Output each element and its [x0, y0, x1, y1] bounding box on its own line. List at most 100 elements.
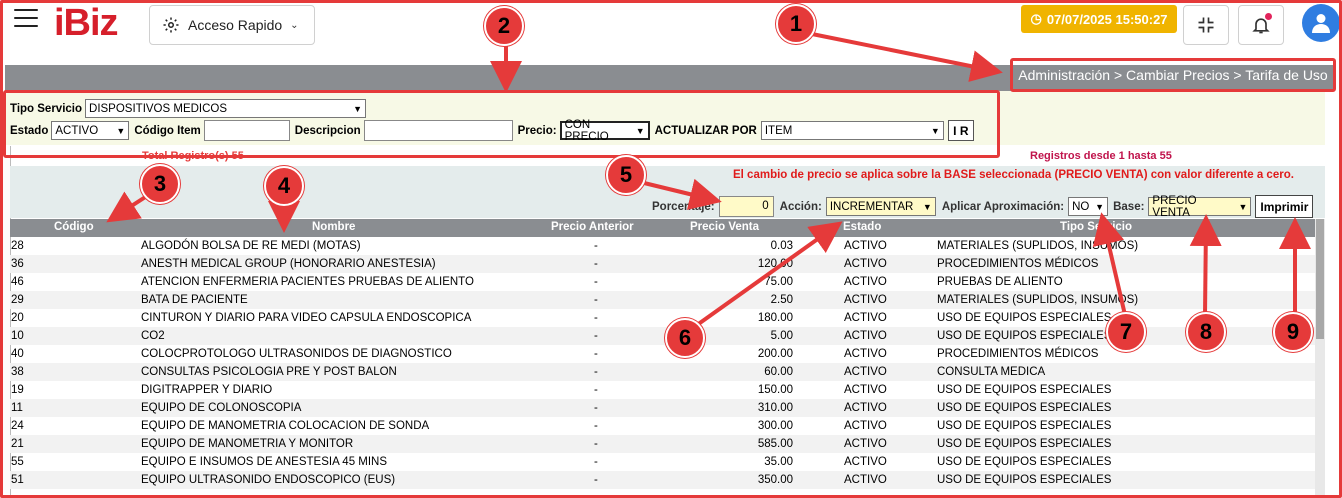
- base-value: PRECIO VENTA: [1152, 194, 1197, 219]
- porcentaje-input[interactable]: 0: [718, 196, 774, 217]
- cell-tipo-servicio: CONSULTA MEDICA: [937, 366, 1046, 378]
- cell-codigo: 11: [11, 402, 23, 414]
- table-row[interactable]: 46 ATENCION ENFERMERIA PACIENTES PRUEBAS …: [10, 273, 1315, 291]
- table-row[interactable]: 11 EQUIPO DE COLONOSCOPIA - 310.00 ACTIVO USO…: [10, 399, 1315, 417]
- codigo-input[interactable]: [203, 120, 290, 141]
- chevron-down-icon: ▼: [922, 201, 932, 212]
- column-header-codigo[interactable]: Código: [54, 221, 94, 233]
- filter-row-2: Estado ACTIVO ▼ Código Item Descripcion P…: [10, 119, 974, 143]
- table-row[interactable]: 29 BATA DE PACIENTE - 2.50 ACTIVO MATERIALES …: [10, 291, 1315, 309]
- notification-dot: [1265, 13, 1272, 20]
- cell-precio-anterior: -: [594, 276, 598, 288]
- compress-button[interactable]: [1183, 5, 1229, 45]
- cell-nombre: EQUIPO E INSUMOS DE ANESTESIA 45 MINS: [141, 456, 388, 468]
- cell-nombre: EQUIPO ULTRASONIDO ENDOSCOPICO (EUS): [141, 474, 396, 486]
- accion-label: Acción:: [779, 200, 822, 213]
- actualizar-value: ITEM: [764, 124, 793, 137]
- cell-nombre: CINTURON Y DIARIO PARA VIDEO CAPSULA END…: [141, 312, 472, 324]
- table-row[interactable]: 28 ALGODÓN BOLSA DE RE MEDI (MOTAS) - 0.03 A…: [10, 237, 1315, 255]
- column-header-tipo-servicio[interactable]: Tipo Servicio: [1060, 221, 1132, 233]
- table-row[interactable]: 24 EQUIPO DE MANOMETRIA COLOCACION DE SON…: [10, 417, 1315, 435]
- cell-estado: ACTIVO: [844, 420, 887, 432]
- estado-select[interactable]: ACTIVO ▼: [51, 121, 130, 140]
- compress-icon: [1198, 17, 1214, 33]
- cell-precio-anterior: -: [594, 348, 598, 360]
- cell-codigo: 24: [11, 420, 24, 432]
- total-records: Total Registro(s) 55: [142, 150, 244, 162]
- accion-select[interactable]: INCREMENTAR ▼: [825, 197, 936, 216]
- top-bar: iBiz Acceso Rapido ⌄ ◷ 07/07/2025 15:50:…: [0, 0, 1342, 56]
- price-change-notice: El cambio de precio se aplica sobre la B…: [733, 169, 1294, 181]
- breadcrumb: Administración > Cambiar Precios > Tarif…: [1010, 58, 1336, 92]
- cell-codigo: 19: [11, 384, 24, 396]
- cell-estado: ACTIVO: [844, 294, 887, 306]
- cell-tipo-servicio: PROCEDIMIENTOS MÉDICOS: [937, 348, 1099, 360]
- notifications-button[interactable]: [1238, 5, 1284, 45]
- table-row[interactable]: 38 CONSULTAS PSICOLOGIA PRE Y POST BALON -…: [10, 363, 1315, 381]
- cell-tipo-servicio: PROCEDIMIENTOS MÉDICOS: [937, 258, 1099, 270]
- cell-precio-anterior: -: [594, 384, 598, 396]
- cell-precio-venta: 150.00: [757, 384, 793, 396]
- tipo-servicio-label: Tipo Servicio: [10, 102, 83, 115]
- chevron-down-icon: ▼: [1238, 201, 1248, 212]
- scrollbar-thumb[interactable]: [1316, 219, 1324, 339]
- cell-precio-venta: 180.00: [757, 312, 793, 324]
- cell-nombre: EQUIPO DE MANOMETRIA Y MONITOR: [141, 438, 354, 450]
- cell-precio-anterior: -: [594, 330, 598, 342]
- table-row[interactable]: 21 EQUIPO DE MANOMETRIA Y MONITOR - 585.00 A…: [10, 435, 1315, 453]
- chevron-down-icon: ▼: [1095, 201, 1105, 212]
- base-label: Base:: [1113, 200, 1145, 213]
- cell-tipo-servicio: USO DE EQUIPOS ESPECIALES: [937, 456, 1112, 468]
- cell-precio-venta: 35.00: [764, 456, 793, 468]
- table-row[interactable]: 36 ANESTH MEDICAL GROUP (HONORARIO ANESTE…: [10, 255, 1315, 273]
- cell-tipo-servicio: USO DE EQUIPOS ESPECIALES: [937, 402, 1112, 414]
- chevron-down-icon: ▼: [353, 103, 363, 114]
- cell-codigo: 29: [11, 294, 24, 306]
- quick-access-button[interactable]: Acceso Rapido ⌄: [149, 5, 315, 45]
- cell-nombre: ALGODÓN BOLSA DE RE MEDI (MOTAS): [141, 240, 361, 252]
- chevron-down-icon: ⌄: [290, 19, 299, 31]
- cell-estado: ACTIVO: [844, 276, 887, 288]
- column-header-precio-anterior[interactable]: Precio Anterior: [551, 221, 634, 233]
- annotation-badge-5: 5: [606, 155, 646, 195]
- column-header-precio-venta[interactable]: Precio Venta: [690, 221, 759, 233]
- cell-tipo-servicio: USO DE EQUIPOS ESPECIALES: [937, 474, 1112, 486]
- cell-codigo: 21: [11, 438, 24, 450]
- cell-codigo: 51: [11, 474, 24, 486]
- precio-select[interactable]: CON PRECIO ▼: [559, 119, 650, 143]
- go-button[interactable]: I R: [947, 120, 974, 141]
- table-row[interactable]: 19 DIGITRAPPER Y DIARIO - 150.00 ACTIVO USO D…: [10, 381, 1315, 399]
- cell-estado: ACTIVO: [844, 348, 887, 360]
- user-avatar[interactable]: [1302, 4, 1340, 42]
- cell-codigo: 28: [11, 240, 24, 252]
- cell-precio-venta: 300.00: [757, 420, 793, 432]
- cell-codigo: 46: [11, 276, 24, 288]
- aproximacion-select[interactable]: NO ▼: [1068, 197, 1109, 216]
- actualizar-select[interactable]: ITEM ▼: [760, 121, 944, 140]
- table-row[interactable]: 55 EQUIPO E INSUMOS DE ANESTESIA 45 MINS -…: [10, 453, 1315, 471]
- cell-estado: ACTIVO: [844, 330, 887, 342]
- hamburger-menu-icon[interactable]: [14, 9, 38, 27]
- cell-precio-anterior: -: [594, 312, 598, 324]
- cell-codigo: 10: [11, 330, 24, 342]
- descripcion-input[interactable]: [363, 120, 513, 141]
- annotation-badge-1: 1: [776, 4, 816, 44]
- column-header-nombre[interactable]: Nombre: [312, 221, 355, 233]
- cell-nombre: COLOCPROTOLOGO ULTRASONIDOS DE DIAGNOSTI…: [141, 348, 452, 360]
- cell-precio-venta: 60.00: [764, 366, 793, 378]
- cell-nombre: EQUIPO DE MANOMETRIA COLOCACION DE SONDA: [141, 420, 430, 432]
- tipo-servicio-select[interactable]: DISPOSITIVOS MEDICOS ▼: [85, 99, 367, 118]
- estado-value: ACTIVO: [55, 124, 99, 137]
- chevron-down-icon: ▼: [635, 125, 645, 136]
- cell-codigo: 40: [11, 348, 24, 360]
- base-select[interactable]: PRECIO VENTA ▼: [1148, 194, 1252, 219]
- clock-icon: ◷: [1030, 11, 1042, 26]
- cell-tipo-servicio: USO DE EQUIPOS ESPECIALES: [937, 384, 1112, 396]
- table-row[interactable]: 51 EQUIPO ULTRASONIDO ENDOSCOPICO (EUS) - 3…: [10, 471, 1315, 489]
- cell-nombre: CONSULTAS PSICOLOGIA PRE Y POST BALON: [141, 366, 397, 378]
- cell-estado: ACTIVO: [844, 384, 887, 396]
- chevron-down-icon: ▼: [116, 125, 126, 136]
- column-header-estado[interactable]: Estado: [843, 221, 881, 233]
- cell-nombre: CO2: [141, 330, 165, 342]
- print-button[interactable]: Imprimir: [1255, 195, 1314, 218]
